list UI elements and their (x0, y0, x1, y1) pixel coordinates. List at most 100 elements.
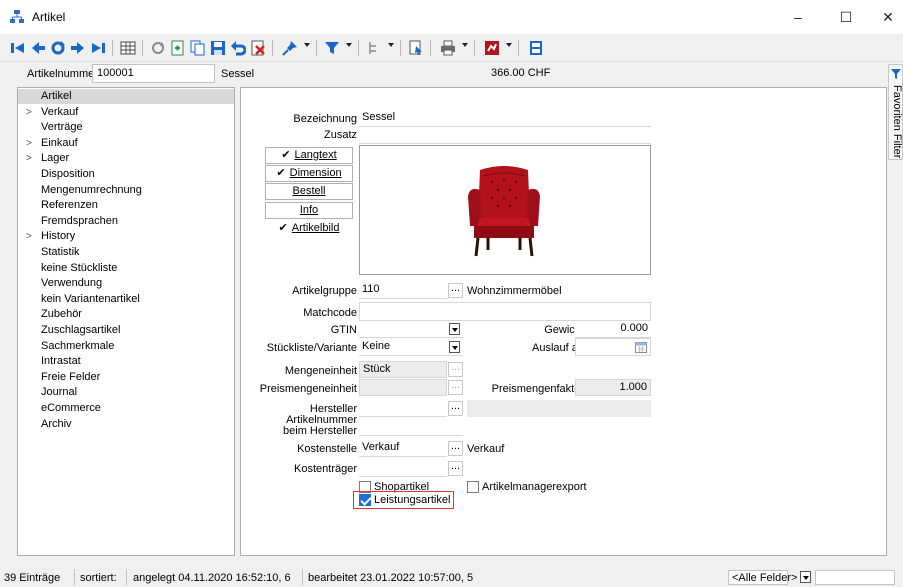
chevron-right-icon[interactable]: > (26, 136, 32, 151)
article-form-panel: Bezeichnung Sessel Zusatz ✔ Langtext ✔ Dim… (240, 87, 887, 556)
nav-item[interactable]: Zuschlagsartikel (18, 323, 234, 338)
document-cursor-icon[interactable] (408, 40, 424, 56)
chevron-right-icon[interactable]: > (26, 229, 32, 244)
calendar-icon[interactable] (635, 341, 647, 353)
new-record-icon[interactable] (170, 40, 186, 56)
nav-item[interactable]: Journal (18, 385, 234, 400)
last-record-icon[interactable] (90, 40, 106, 56)
artikelbild-label: Artikelbild (291, 222, 340, 234)
nav-item[interactable]: Referenzen (18, 198, 234, 213)
nav-item[interactable]: Intrastat (18, 354, 234, 369)
kostenstelle-field[interactable]: Verkauf (359, 440, 447, 457)
stueckliste-label: Stückliste/Variante (266, 342, 357, 354)
nav-item-label: Sachmerkmale (41, 339, 115, 352)
nav-item-label: Einkauf (41, 136, 78, 149)
print-icon[interactable] (440, 40, 456, 56)
nav-item[interactable]: Sachmerkmale (18, 339, 234, 354)
hersteller-lookup-button[interactable]: ... (448, 401, 463, 416)
artikelgruppe-label: Artikelgruppe (292, 285, 357, 297)
zusatz-label: Zusatz (323, 129, 357, 141)
maximize-button[interactable]: ☐ (826, 4, 866, 30)
dimension-button[interactable]: ✔ Dimension (265, 165, 353, 182)
nav-item[interactable]: Artikel (18, 89, 234, 104)
nav-item[interactable]: Archiv (18, 417, 234, 432)
record-count: 39 Einträge (4, 572, 61, 584)
nav-item[interactable]: Verträge (18, 120, 234, 135)
archive-icon[interactable] (528, 40, 544, 56)
tree-icon[interactable] (366, 40, 382, 56)
previous-record-icon[interactable] (30, 40, 46, 56)
artikelgruppe-field[interactable]: 110 (359, 282, 447, 299)
artikelgruppe-lookup-button[interactable]: ... (448, 283, 463, 298)
nav-item[interactable]: Mengenumrechnung (18, 183, 234, 198)
artikelmanagerexport-checkbox[interactable] (467, 481, 479, 493)
langtext-label: Langtext (294, 149, 337, 161)
nav-item-label: Archiv (41, 417, 72, 430)
save-icon[interactable] (210, 40, 226, 56)
kostentraeger-field[interactable] (359, 460, 447, 477)
info-button[interactable]: Info (265, 202, 353, 219)
armchair-image (468, 166, 540, 257)
first-record-icon[interactable] (10, 40, 26, 56)
bezeichnung-field[interactable]: Sessel (359, 110, 651, 127)
nav-item[interactable]: > Verkauf (18, 105, 234, 120)
status-bar: 39 Einträge sortiert: angelegt 04.11.202… (0, 567, 903, 587)
nav-item[interactable]: > Einkauf (18, 136, 234, 151)
delete-record-icon[interactable] (250, 40, 266, 56)
preismengenfaktor-label: Preismengenfaktor (491, 383, 584, 395)
table-view-icon[interactable] (120, 40, 136, 56)
article-image-box[interactable] (359, 145, 651, 275)
edited-info: bearbeitet 23.01.2022 10:57:00, 5 (308, 572, 474, 584)
nav-item[interactable]: > History (18, 229, 234, 244)
nav-item[interactable]: Statistik (18, 245, 234, 260)
chevron-right-icon[interactable]: > (26, 105, 32, 120)
next-record-icon[interactable] (70, 40, 86, 56)
favoriten-filter-tab[interactable]: Favoriten Filter (888, 64, 903, 160)
minimize-button[interactable]: – (778, 4, 818, 30)
nav-item[interactable]: Verwendung (18, 276, 234, 291)
chevron-right-icon[interactable]: > (26, 151, 32, 166)
report-icon[interactable] (484, 40, 500, 56)
field-filter-value: <Alle Felder> (732, 572, 798, 584)
nav-item[interactable]: Freie Felder (18, 370, 234, 385)
preismengeneinheit-label: Preismengeneinheit (259, 383, 357, 395)
hersteller-field[interactable] (359, 400, 447, 417)
gewicht-field[interactable]: 0.000 (575, 321, 651, 338)
field-filter-select[interactable]: <Alle Felder> (728, 570, 797, 585)
matchcode-field[interactable] (359, 302, 651, 321)
gtin-field[interactable] (359, 321, 463, 338)
artikelbild-button[interactable]: ✔ Artikelbild (265, 220, 353, 237)
gtin-dropdown-button[interactable] (449, 323, 460, 335)
nav-item[interactable]: Disposition (18, 167, 234, 182)
pin-icon[interactable] (282, 40, 298, 56)
nav-item-label: Journal (41, 386, 78, 399)
nav-item[interactable]: keine Stückliste (18, 261, 234, 276)
refresh-icon[interactable] (150, 40, 166, 56)
kostentraeger-label: Kostenträger (294, 463, 357, 475)
close-button[interactable]: ✕ (868, 4, 903, 30)
artnr-hersteller-field[interactable] (359, 419, 463, 436)
zusatz-field[interactable] (359, 127, 651, 144)
undo-icon[interactable] (230, 40, 246, 56)
nav-item[interactable]: Fremdsprachen (18, 214, 234, 229)
leistungsartikel-checkbox[interactable] (359, 494, 371, 506)
article-number-field[interactable]: 100001 (92, 64, 215, 83)
nav-item[interactable]: Zubehör (18, 307, 234, 322)
nav-item[interactable]: kein Variantenartikel (18, 292, 234, 307)
stueckliste-select[interactable]: Keine (359, 339, 463, 356)
nav-item[interactable]: > Lager (18, 151, 234, 166)
check-icon: ✔ (278, 222, 288, 234)
nav-item[interactable]: eCommerce (18, 401, 234, 416)
field-filter-dropdown-button[interactable] (800, 571, 811, 583)
kostentraeger-lookup-button[interactable]: ... (448, 461, 463, 476)
reload-icon[interactable] (50, 40, 66, 56)
langtext-button[interactable]: ✔ Langtext (265, 147, 353, 164)
funnel-icon (891, 69, 901, 79)
filter-icon[interactable] (324, 40, 340, 56)
status-search-input[interactable] (815, 570, 895, 585)
copy-record-icon[interactable] (190, 40, 206, 56)
bestell-button[interactable]: Bestell (265, 183, 353, 200)
stueckliste-dropdown-button[interactable] (449, 341, 460, 353)
favoriten-filter-label: Favoriten Filter (891, 85, 903, 159)
kostenstelle-lookup-button[interactable]: ... (448, 441, 463, 456)
